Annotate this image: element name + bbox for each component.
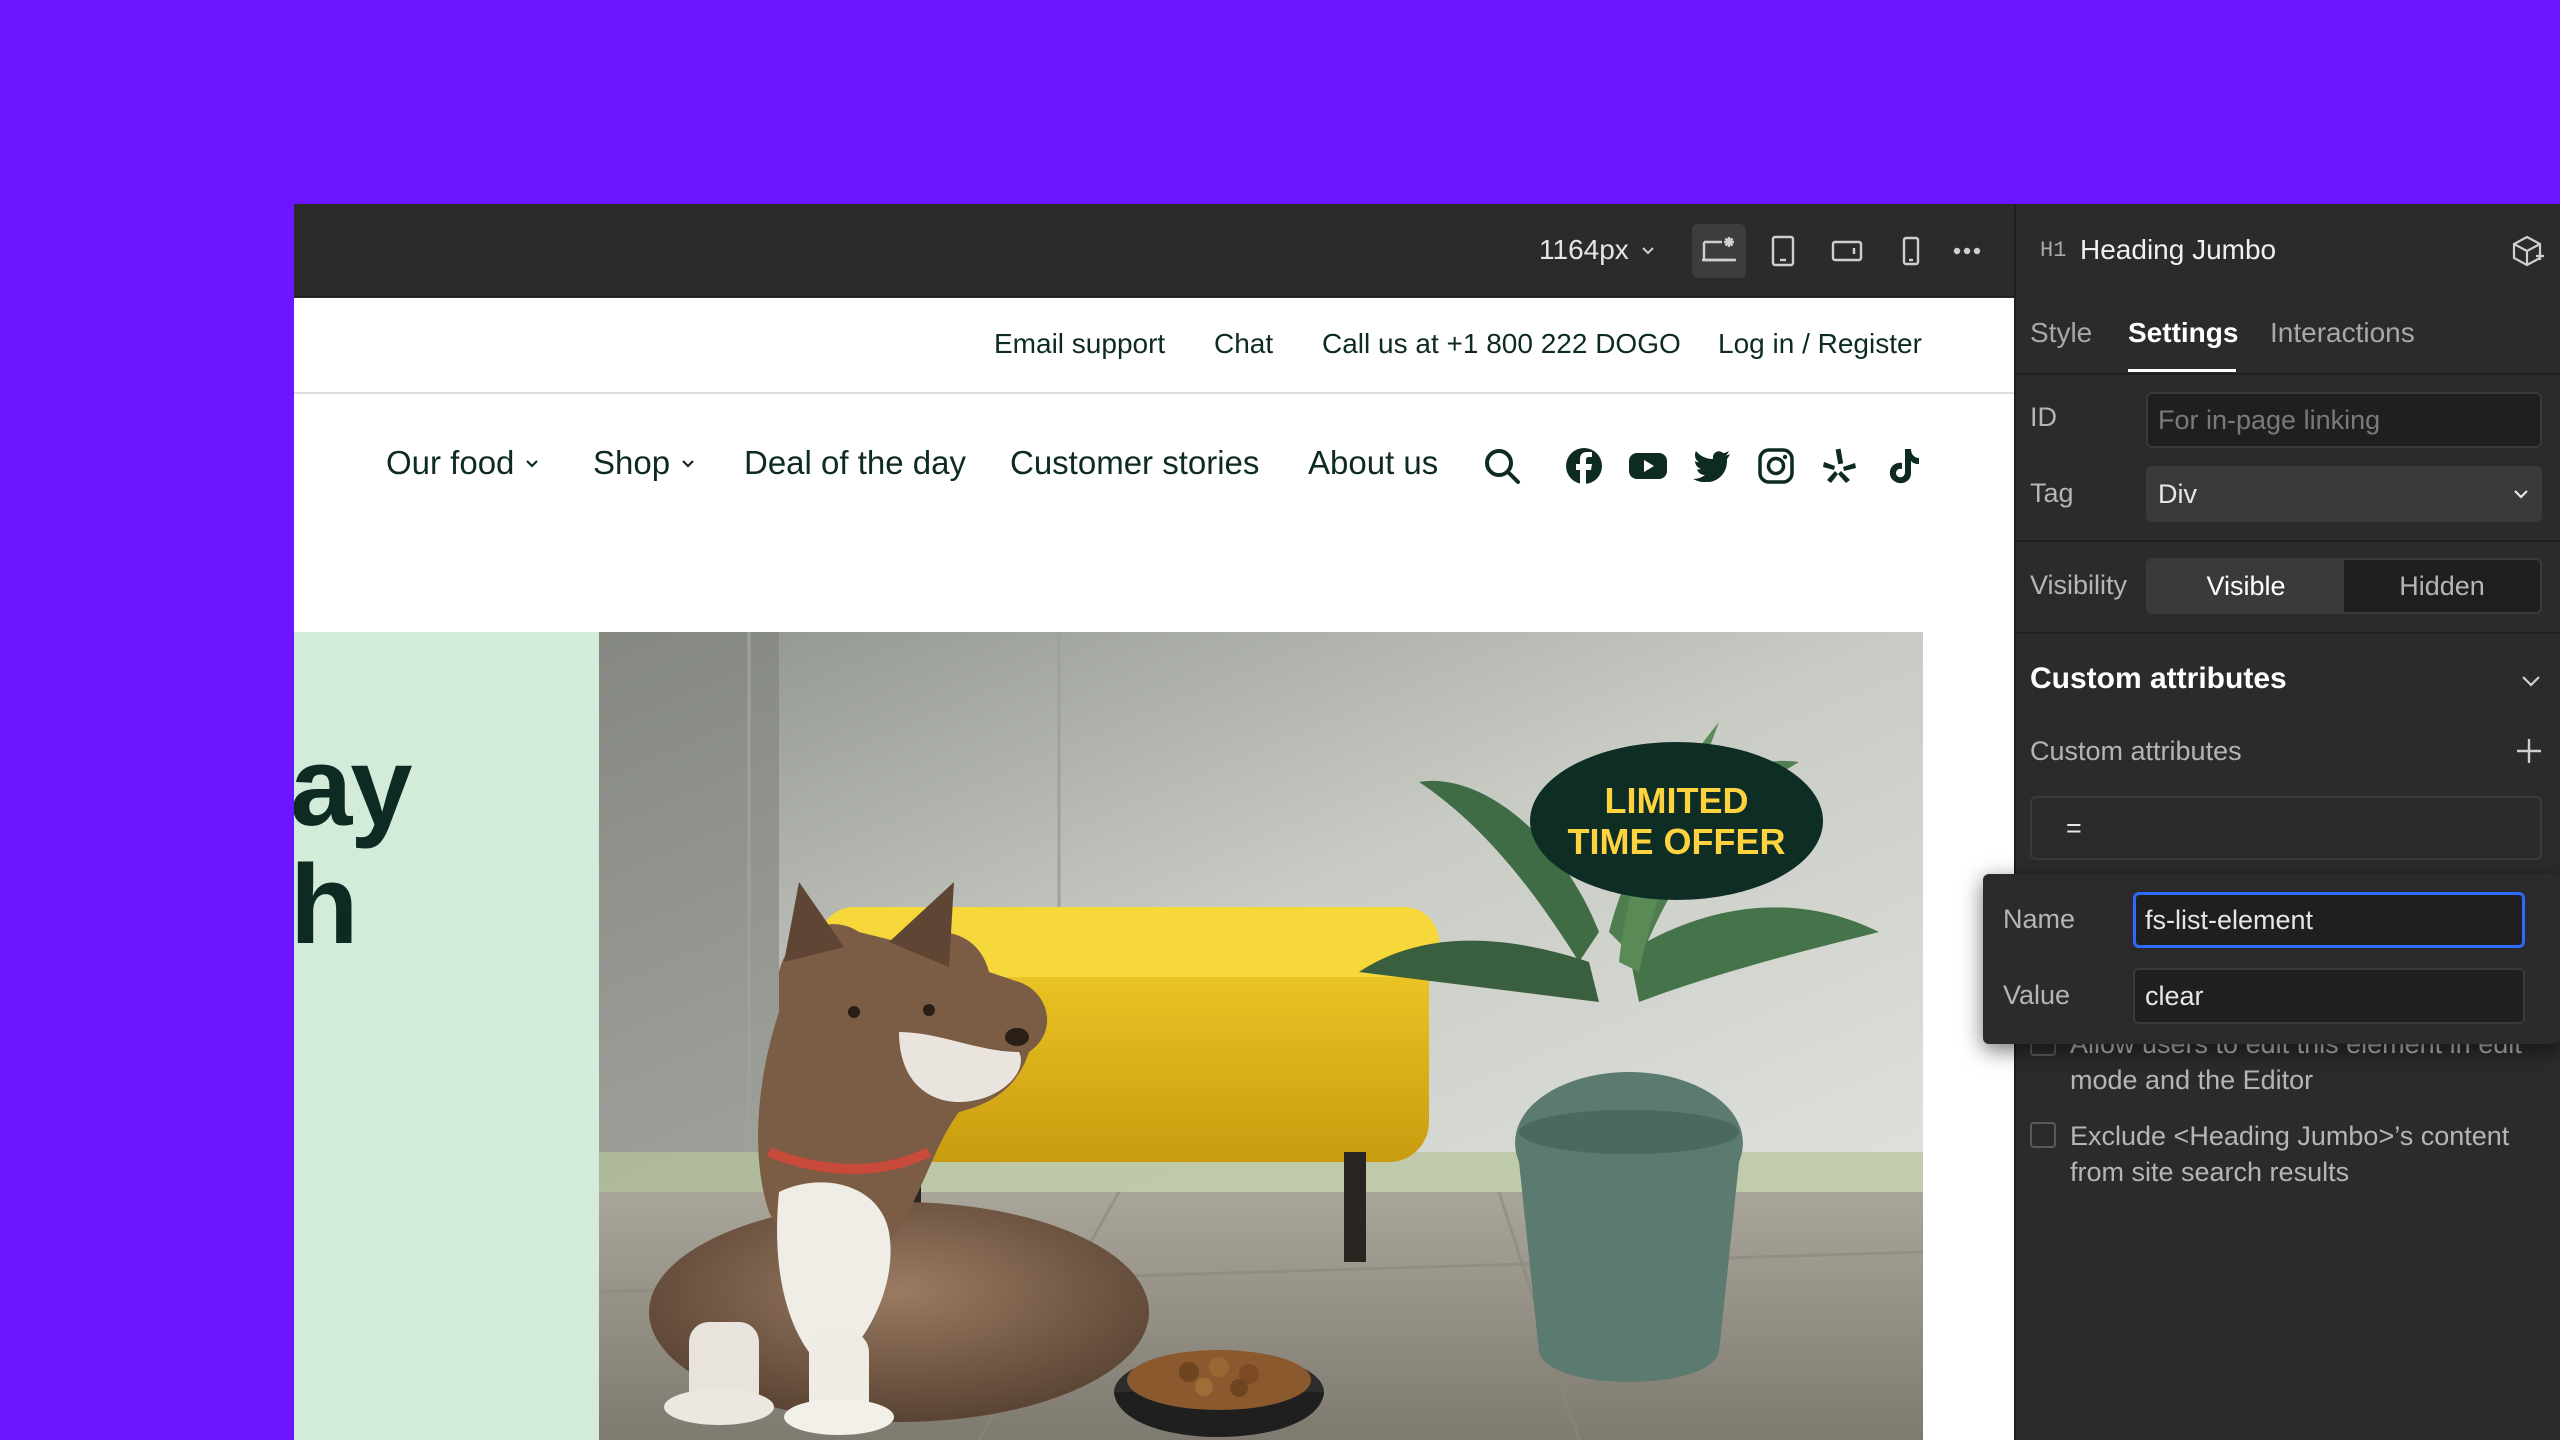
hero-image[interactable]: LIMITED TIME OFFER xyxy=(599,632,1923,1440)
tag-value: Div xyxy=(2158,478,2197,509)
designer-window: 1164px Email support Chat Call us at +1 … xyxy=(294,204,2560,1440)
mobile-icon[interactable] xyxy=(1884,224,1938,278)
chevron-down-icon xyxy=(682,460,694,468)
tab-interactions[interactable]: Interactions xyxy=(2270,317,2415,349)
canvas-width-label: 1164px xyxy=(1539,234,1629,265)
visibility-hidden-label: Hidden xyxy=(2399,570,2485,601)
limited-offer-badge: LIMITED TIME OFFER xyxy=(1530,742,1823,900)
custom-attributes-label: Custom attributes xyxy=(2030,736,2242,766)
call-us-link[interactable]: Call us at +1 800 222 DOGO xyxy=(1322,328,1681,360)
visibility-label: Visibility xyxy=(2030,570,2128,600)
nav-item-shop[interactable]: Shop xyxy=(593,444,696,482)
login-register-link[interactable]: Log in / Register xyxy=(1718,328,1922,360)
tab-style[interactable]: Style xyxy=(2030,317,2092,349)
divider xyxy=(2016,632,2560,634)
tag-label: Tag xyxy=(2030,478,2074,508)
exclude-search-label: Exclude <Heading Jumbo>’s content from s… xyxy=(2070,1121,2510,1187)
nav-item-customer-stories[interactable]: Customer stories xyxy=(1010,444,1259,482)
attribute-value-input[interactable]: clear xyxy=(2133,968,2525,1024)
chevron-down-icon xyxy=(2514,490,2528,499)
email-support-link[interactable]: Email support xyxy=(994,328,1165,360)
settings-panel: H1 Heading Jumbo Style Settings Interact… xyxy=(2014,204,2560,1440)
instagram-icon[interactable] xyxy=(1756,446,1796,486)
chevron-down-icon xyxy=(1642,247,1654,255)
attribute-editor-popup: Name fs-list-element Value clear xyxy=(1983,874,2560,1044)
custom-attribute-item[interactable]: = xyxy=(2030,796,2542,860)
limited-offer-text: LIMITED TIME OFFER xyxy=(1567,780,1786,862)
canvas-toolbar: 1164px xyxy=(294,204,2014,297)
tag-select[interactable]: Div xyxy=(2146,466,2542,522)
nav-item-our-food[interactable]: Our food xyxy=(386,444,540,482)
divider xyxy=(2016,540,2560,542)
attribute-value-value: clear xyxy=(2145,980,2204,1011)
tiktok-icon[interactable] xyxy=(1884,446,1924,486)
nav-item-label: Our food xyxy=(386,444,515,481)
facebook-icon[interactable] xyxy=(1564,446,1604,486)
tablet-icon[interactable] xyxy=(1756,224,1810,278)
visibility-hidden-option[interactable]: Hidden xyxy=(2344,560,2540,612)
visibility-visible-label: Visible xyxy=(2206,570,2286,601)
id-placeholder: For in-page linking xyxy=(2158,404,2381,435)
exclude-search-checkbox-row[interactable]: Exclude <Heading Jumbo>’s content from s… xyxy=(2030,1118,2542,1190)
nav-item-about-us[interactable]: About us xyxy=(1308,444,1438,482)
attribute-name-value: fs-list-element xyxy=(2145,904,2314,935)
twitter-icon[interactable] xyxy=(1692,446,1732,486)
canvas-width-dropdown[interactable]: 1164px xyxy=(1539,234,1655,266)
component-cube-icon[interactable] xyxy=(2510,234,2544,268)
attribute-name-label: Name xyxy=(2003,904,2076,934)
id-label: ID xyxy=(2030,402,2057,432)
more-icon[interactable] xyxy=(1940,224,1994,278)
tablet-landscape-icon[interactable] xyxy=(1820,224,1874,278)
hero-heading[interactable]: ay h xyxy=(294,728,413,964)
attribute-name-input[interactable]: fs-list-element xyxy=(2133,892,2525,948)
visibility-toggle: Visible Hidden xyxy=(2146,558,2542,614)
panel-tabs: Style Settings Interactions xyxy=(2016,297,2560,375)
element-tag-label: H1 xyxy=(2040,238,2067,263)
element-name: Heading Jumbo xyxy=(2080,234,2277,265)
id-field[interactable]: For in-page linking xyxy=(2146,392,2542,448)
search-icon[interactable] xyxy=(1482,446,1522,486)
nav-item-label: Customer stories xyxy=(1010,444,1260,481)
add-attribute-icon[interactable] xyxy=(2514,736,2544,766)
nav-item-label: About us xyxy=(1308,444,1439,481)
attribute-value-label: Value xyxy=(2003,980,2071,1010)
tab-settings[interactable]: Settings xyxy=(2128,317,2238,349)
nav-item-deal-of-the-day[interactable]: Deal of the day xyxy=(744,444,966,482)
custom-attributes-title: Custom attributes xyxy=(2030,662,2287,695)
yelp-icon[interactable] xyxy=(1820,446,1860,486)
panel-header: H1 Heading Jumbo xyxy=(2016,204,2560,297)
active-tab-indicator xyxy=(2128,369,2236,372)
utility-bar: Email support Chat Call us at +1 800 222… xyxy=(294,298,2014,394)
exclude-search-checkbox[interactable] xyxy=(2030,1122,2056,1148)
custom-attribute-entry: = xyxy=(2066,812,2082,843)
main-nav: Our food Shop Deal of the day Customer s… xyxy=(294,394,2014,536)
chevron-down-icon xyxy=(2522,676,2540,687)
site-canvas[interactable]: Email support Chat Call us at +1 800 222… xyxy=(294,298,2014,1440)
desktop-star-icon[interactable] xyxy=(1692,224,1746,278)
chat-link[interactable]: Chat xyxy=(1214,328,1273,360)
youtube-icon[interactable] xyxy=(1628,446,1668,486)
hero-text-panel: ay h xyxy=(294,632,599,1440)
visibility-visible-option[interactable]: Visible xyxy=(2148,560,2344,612)
chevron-down-icon xyxy=(526,460,539,468)
nav-item-label: Shop xyxy=(593,444,671,481)
nav-item-label: Deal of the day xyxy=(744,444,966,481)
